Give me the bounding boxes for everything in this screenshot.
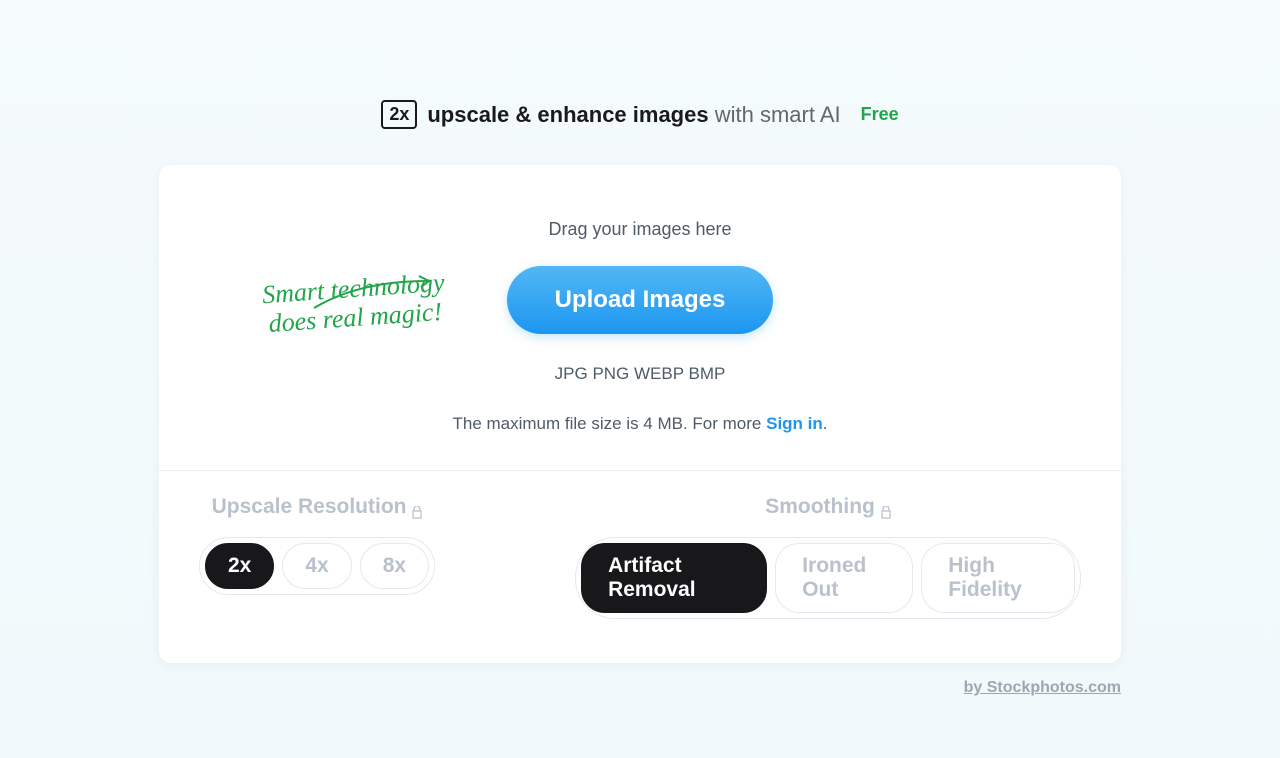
drag-instructions: Drag your images here <box>548 219 731 240</box>
filesize-suffix: . <box>823 414 828 433</box>
filesize-prefix: The maximum file size is 4 MB. For more <box>452 414 766 433</box>
main-card: Smart technology does real magic! Drag y… <box>159 165 1121 663</box>
resolution-label: Upscale Resolution <box>212 495 423 519</box>
resolution-option-8x[interactable]: 8x <box>360 543 429 589</box>
page-header: 2x upscale & enhance images with smart A… <box>381 100 898 129</box>
upload-button[interactable]: Upload Images <box>507 266 774 334</box>
resolution-pills: 2x 4x 8x <box>199 537 435 595</box>
supported-formats: JPG PNG WEBP BMP <box>555 364 726 384</box>
smoothing-label: Smoothing <box>765 495 891 519</box>
smoothing-pills: Artifact Removal Ironed Out High Fidelit… <box>575 537 1081 619</box>
free-badge: Free <box>861 104 899 125</box>
attribution-link[interactable]: by Stockphotos.com <box>159 679 1121 697</box>
filesize-info: The maximum file size is 4 MB. For more … <box>452 414 827 434</box>
smoothing-option-ironed-out[interactable]: Ironed Out <box>775 543 913 613</box>
smoothing-option-artifact-removal[interactable]: Artifact Removal <box>581 543 767 613</box>
header-title-light: with smart AI <box>709 102 841 127</box>
resolution-option-2x[interactable]: 2x <box>205 543 274 589</box>
smoothing-group: Smoothing Artifact Removal Ironed Out Hi… <box>575 495 1081 619</box>
header-title: upscale & enhance images with smart AI <box>427 102 840 128</box>
smoothing-option-high-fidelity[interactable]: High Fidelity <box>921 543 1075 613</box>
resolution-option-4x[interactable]: 4x <box>282 543 351 589</box>
header-title-bold: upscale & enhance images <box>427 102 708 127</box>
logo-badge: 2x <box>381 100 417 129</box>
upload-section[interactable]: Smart technology does real magic! Drag y… <box>159 165 1121 470</box>
signin-link[interactable]: Sign in <box>766 414 823 433</box>
handwritten-note: Smart technology does real magic! <box>261 269 447 339</box>
options-section: Upscale Resolution 2x 4x 8x Smoothing Ar… <box>159 470 1121 663</box>
lock-icon <box>412 501 422 514</box>
lock-icon <box>881 501 891 514</box>
resolution-group: Upscale Resolution 2x 4x 8x <box>199 495 435 619</box>
